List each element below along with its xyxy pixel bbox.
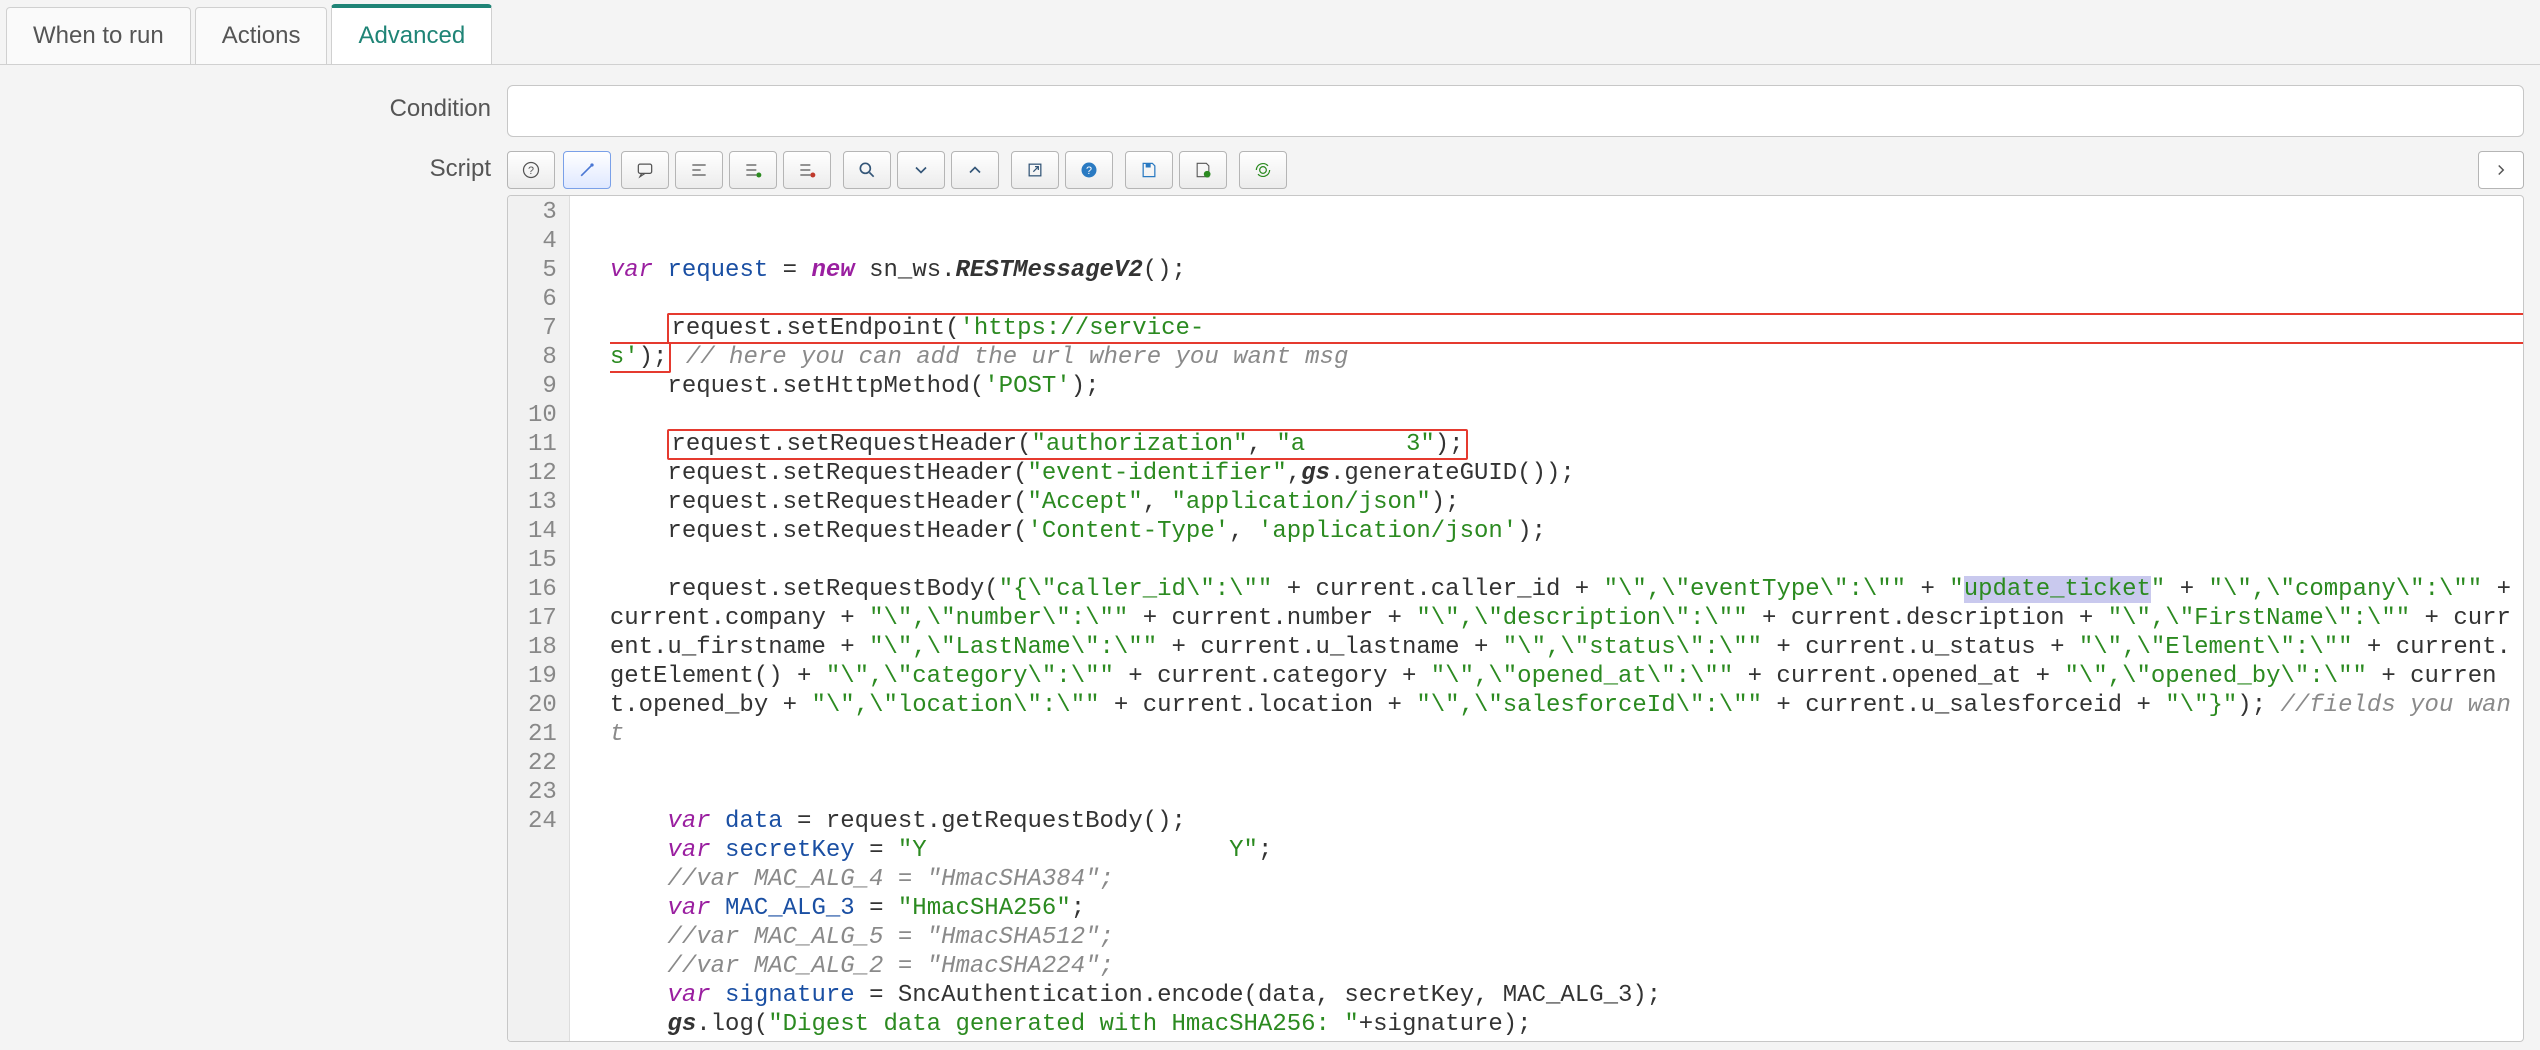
indent-icon[interactable] — [675, 151, 723, 189]
condition-row: Condition — [16, 85, 2524, 137]
script-toolbar: ? ? — [507, 145, 2524, 195]
svg-text:?: ? — [1086, 165, 1092, 177]
tabs-bar: When to run Actions Advanced — [0, 0, 2540, 65]
line-gutter: 3 4 5 6 7 8 9 10 11 12 13 14 15 16 17 18… — [508, 196, 570, 1041]
tab-advanced[interactable]: Advanced — [331, 4, 492, 64]
open-external-icon[interactable] — [1011, 151, 1059, 189]
svg-text:?: ? — [528, 165, 534, 177]
help-icon[interactable]: ? — [507, 151, 555, 189]
gear-save-icon[interactable] — [1179, 151, 1227, 189]
find-replace-add-icon[interactable] — [729, 151, 777, 189]
chevron-up-icon[interactable] — [951, 151, 999, 189]
code-area[interactable]: var request = new sn_ws.RESTMessageV2();… — [570, 196, 2523, 1041]
chevron-down-icon[interactable] — [897, 151, 945, 189]
wand-icon[interactable] — [563, 151, 611, 189]
tab-when-to-run[interactable]: When to run — [6, 7, 191, 64]
refresh-icon[interactable] — [1239, 151, 1287, 189]
condition-label: Condition — [16, 85, 507, 123]
script-editor[interactable]: 3 4 5 6 7 8 9 10 11 12 13 14 15 16 17 18… — [507, 195, 2524, 1042]
script-label: Script — [16, 145, 507, 183]
script-row: Script ? ? — [16, 145, 2524, 1042]
collapse-toggle[interactable] — [2478, 151, 2524, 189]
comment-icon[interactable] — [621, 151, 669, 189]
info-icon[interactable]: ? — [1065, 151, 1113, 189]
search-icon[interactable] — [843, 151, 891, 189]
tab-actions[interactable]: Actions — [195, 7, 328, 64]
find-replace-remove-icon[interactable] — [783, 151, 831, 189]
condition-input[interactable] — [507, 85, 2524, 137]
save-icon[interactable] — [1125, 151, 1173, 189]
